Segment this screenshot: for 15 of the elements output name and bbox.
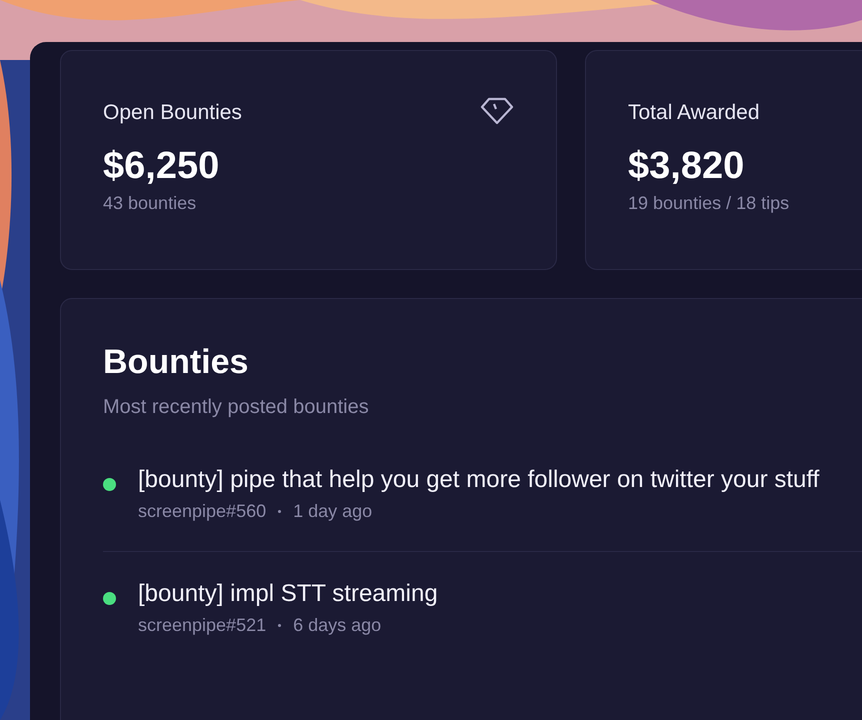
panel-title: Bounties <box>103 342 250 383</box>
bounty-title[interactable]: [bounty] impl STT streaming <box>138 582 438 606</box>
stat-label: Open Bounties <box>103 100 242 126</box>
stat-value: $3,820 <box>628 144 746 188</box>
bounty-age: 6 days ago <box>293 614 382 637</box>
bounty-age: 1 day ago <box>293 500 372 523</box>
bounty-title[interactable]: [bounty] pipe that help you get more follower on twitter your stuff <box>138 468 820 492</box>
bounty-repo: screenpipe#560 <box>138 500 266 523</box>
stat-detail: 19 bounties / 18 tips <box>628 192 790 215</box>
stat-detail: 43 bounties <box>103 192 198 215</box>
gem-icon <box>480 97 514 125</box>
stat-label: Total Awarded <box>628 100 760 126</box>
panel-subtitle: Most recently posted bounties <box>103 394 370 420</box>
stat-value: $6,250 <box>103 144 220 188</box>
bounty-repo: screenpipe#521 <box>138 614 266 637</box>
